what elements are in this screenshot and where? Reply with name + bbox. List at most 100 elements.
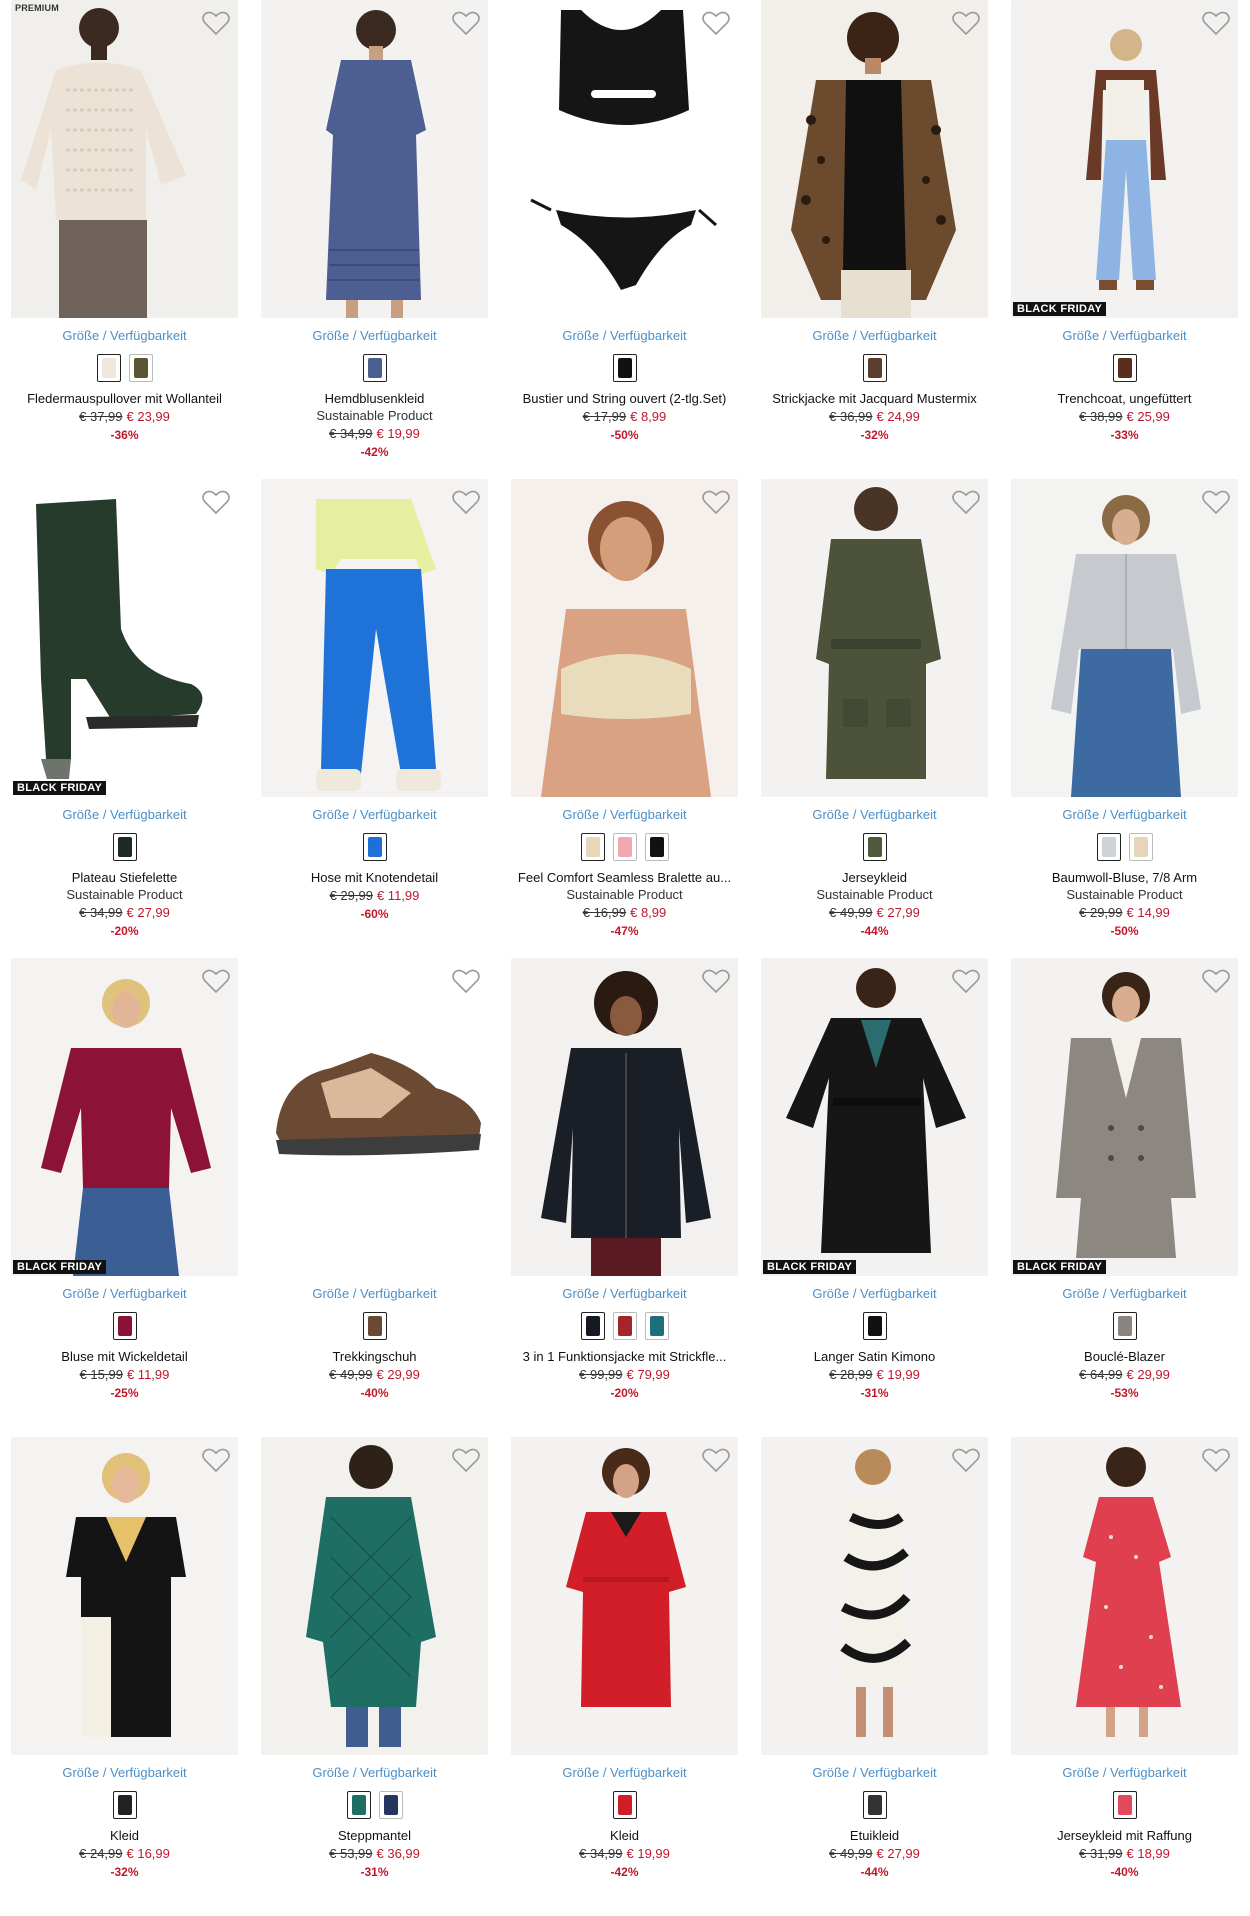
size-availability-link[interactable]: Größe / Verfügbarkeit <box>1011 807 1238 822</box>
product-image[interactable] <box>511 479 738 797</box>
product-image[interactable]: BLACK FRIDAY <box>1011 0 1238 318</box>
size-availability-link[interactable]: Größe / Verfügbarkeit <box>511 1286 738 1301</box>
product-name[interactable]: Trenchcoat, ungefüttert <box>1011 391 1238 406</box>
wishlist-heart-icon[interactable] <box>202 489 230 515</box>
product-name[interactable]: Jerseykleid <box>761 870 988 885</box>
color-swatch[interactable] <box>862 354 887 382</box>
product-image[interactable] <box>511 0 738 318</box>
color-swatch[interactable] <box>1128 833 1153 861</box>
color-swatch[interactable] <box>112 1791 137 1819</box>
product-name[interactable]: Bouclé-Blazer <box>1011 1349 1238 1364</box>
color-swatch[interactable] <box>362 354 387 382</box>
wishlist-heart-icon[interactable] <box>452 489 480 515</box>
color-swatch[interactable] <box>580 1312 605 1340</box>
color-swatch[interactable] <box>612 833 637 861</box>
product-card[interactable]: Größe / Verfügbarkeit Etuikleid € 49,99 €… <box>761 1437 988 1896</box>
size-availability-link[interactable]: Größe / Verfügbarkeit <box>11 1286 238 1301</box>
size-availability-link[interactable]: Größe / Verfügbarkeit <box>1011 1765 1238 1780</box>
product-image[interactable]: BLACK FRIDAY <box>761 958 988 1276</box>
product-card[interactable]: Größe / Verfügbarkeit Steppmantel € 53,9… <box>261 1437 488 1896</box>
product-card[interactable]: Größe / Verfügbarkeit Jerseykleid Sustai… <box>761 479 988 938</box>
product-card[interactable]: Größe / Verfügbarkeit Strickjacke mit Ja… <box>761 0 988 459</box>
color-swatch[interactable] <box>112 833 137 861</box>
product-card[interactable]: BLACK FRIDAY Größe / Verfügbarkeit Trenc… <box>1011 0 1238 459</box>
color-swatch[interactable] <box>362 1312 387 1340</box>
product-name[interactable]: Fledermauspullover mit Wollanteil <box>11 391 238 406</box>
product-image[interactable]: BLACK FRIDAY <box>1011 958 1238 1276</box>
product-image[interactable] <box>261 958 488 1276</box>
size-availability-link[interactable]: Größe / Verfügbarkeit <box>261 328 488 343</box>
color-swatch[interactable] <box>1112 1312 1137 1340</box>
product-name[interactable]: Hemdblusenkleid <box>261 391 488 406</box>
product-card[interactable]: PREMIUM Größe / Verfügbarkeit Fledermaus… <box>11 0 238 459</box>
product-image[interactable] <box>761 479 988 797</box>
size-availability-link[interactable]: Größe / Verfügbarkeit <box>261 807 488 822</box>
size-availability-link[interactable]: Größe / Verfügbarkeit <box>11 1765 238 1780</box>
color-swatch[interactable] <box>612 1791 637 1819</box>
wishlist-heart-icon[interactable] <box>702 10 730 36</box>
wishlist-heart-icon[interactable] <box>202 968 230 994</box>
color-swatch[interactable] <box>1096 833 1121 861</box>
size-availability-link[interactable]: Größe / Verfügbarkeit <box>261 1765 488 1780</box>
color-swatch[interactable] <box>346 1791 371 1819</box>
product-image[interactable]: BLACK FRIDAY <box>11 479 238 797</box>
product-image[interactable] <box>511 958 738 1276</box>
color-swatch[interactable] <box>580 833 605 861</box>
product-image[interactable] <box>261 1437 488 1755</box>
color-swatch[interactable] <box>378 1791 403 1819</box>
wishlist-heart-icon[interactable] <box>952 489 980 515</box>
wishlist-heart-icon[interactable] <box>1202 968 1230 994</box>
wishlist-heart-icon[interactable] <box>952 1447 980 1473</box>
wishlist-heart-icon[interactable] <box>952 968 980 994</box>
wishlist-heart-icon[interactable] <box>702 489 730 515</box>
color-swatch[interactable] <box>612 1312 637 1340</box>
product-image[interactable] <box>1011 479 1238 797</box>
product-image[interactable] <box>11 1437 238 1755</box>
color-swatch[interactable] <box>862 1791 887 1819</box>
color-swatch[interactable] <box>862 833 887 861</box>
wishlist-heart-icon[interactable] <box>952 10 980 36</box>
product-name[interactable]: Etuikleid <box>761 1828 988 1843</box>
product-card[interactable]: Größe / Verfügbarkeit Feel Comfort Seaml… <box>511 479 738 938</box>
product-name[interactable]: Plateau Stiefelette <box>11 870 238 885</box>
size-availability-link[interactable]: Größe / Verfügbarkeit <box>511 807 738 822</box>
product-card[interactable]: BLACK FRIDAY Größe / Verfügbarkeit Boucl… <box>1011 958 1238 1417</box>
color-swatch[interactable] <box>1112 354 1137 382</box>
size-availability-link[interactable]: Größe / Verfügbarkeit <box>1011 1286 1238 1301</box>
product-card[interactable]: Größe / Verfügbarkeit Baumwoll-Bluse, 7/… <box>1011 479 1238 938</box>
size-availability-link[interactable]: Größe / Verfügbarkeit <box>761 328 988 343</box>
wishlist-heart-icon[interactable] <box>702 1447 730 1473</box>
product-card[interactable]: BLACK FRIDAY Größe / Verfügbarkeit Lange… <box>761 958 988 1417</box>
product-image[interactable]: BLACK FRIDAY <box>11 958 238 1276</box>
wishlist-heart-icon[interactable] <box>1202 1447 1230 1473</box>
product-image[interactable] <box>261 0 488 318</box>
product-name[interactable]: Trekkingschuh <box>261 1349 488 1364</box>
wishlist-heart-icon[interactable] <box>1202 10 1230 36</box>
product-name[interactable]: Langer Satin Kimono <box>761 1349 988 1364</box>
wishlist-heart-icon[interactable] <box>452 10 480 36</box>
size-availability-link[interactable]: Größe / Verfügbarkeit <box>11 807 238 822</box>
product-name[interactable]: Bluse mit Wickeldetail <box>11 1349 238 1364</box>
product-name[interactable]: Hose mit Knotendetail <box>261 870 488 885</box>
wishlist-heart-icon[interactable] <box>452 968 480 994</box>
size-availability-link[interactable]: Größe / Verfügbarkeit <box>761 807 988 822</box>
product-name[interactable]: Strickjacke mit Jacquard Mustermix <box>761 391 988 406</box>
product-card[interactable]: BLACK FRIDAY Größe / Verfügbarkeit Bluse… <box>11 958 238 1417</box>
color-swatch[interactable] <box>612 354 637 382</box>
wishlist-heart-icon[interactable] <box>202 10 230 36</box>
product-image[interactable] <box>1011 1437 1238 1755</box>
color-swatch[interactable] <box>862 1312 887 1340</box>
product-name[interactable]: Jerseykleid mit Raffung <box>1011 1828 1238 1843</box>
product-card[interactable]: Größe / Verfügbarkeit Kleid € 24,99 € 16,… <box>11 1437 238 1896</box>
wishlist-heart-icon[interactable] <box>452 1447 480 1473</box>
color-swatch[interactable] <box>128 354 153 382</box>
size-availability-link[interactable]: Größe / Verfügbarkeit <box>761 1765 988 1780</box>
product-image[interactable] <box>761 0 988 318</box>
product-image[interactable] <box>261 479 488 797</box>
size-availability-link[interactable]: Größe / Verfügbarkeit <box>511 1765 738 1780</box>
color-swatch[interactable] <box>112 1312 137 1340</box>
color-swatch[interactable] <box>644 833 669 861</box>
size-availability-link[interactable]: Größe / Verfügbarkeit <box>11 328 238 343</box>
product-card[interactable]: BLACK FRIDAY Größe / Verfügbarkeit Plate… <box>11 479 238 938</box>
product-name[interactable]: Baumwoll-Bluse, 7/8 Arm <box>1011 870 1238 885</box>
